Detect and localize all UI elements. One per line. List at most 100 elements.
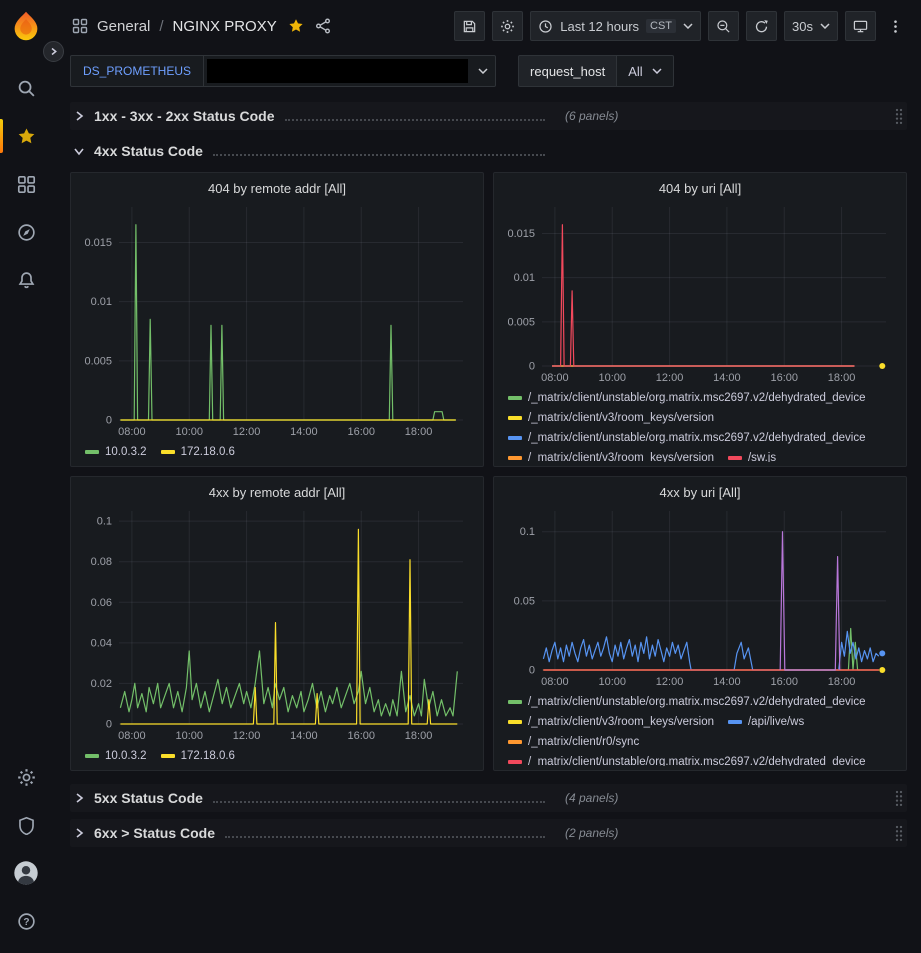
gear-icon (500, 19, 515, 34)
svg-text:0: 0 (106, 719, 112, 731)
starred-dashboards-icon[interactable] (0, 112, 52, 160)
row-drag-handle[interactable] (894, 824, 904, 842)
svg-text:0.05: 0.05 (514, 595, 535, 607)
more-options-kebab-button[interactable] (883, 11, 907, 41)
legend-label[interactable]: 172.18.0.6 (181, 746, 235, 766)
legend-item[interactable]: /_matrix/client/v3/room_keys/version (508, 712, 714, 732)
row-title[interactable]: 5xx Status Code (94, 790, 203, 806)
legend-item[interactable]: 172.18.0.6 (161, 442, 235, 462)
zoom-out-button[interactable] (708, 11, 739, 41)
legend-item[interactable]: /_matrix/client/r0/sync (508, 732, 639, 752)
row-title[interactable]: 6xx > Status Code (94, 825, 215, 841)
save-dashboard-button[interactable] (454, 11, 485, 41)
search-icon[interactable] (0, 64, 52, 112)
svg-text:0.01: 0.01 (91, 296, 112, 308)
legend-item[interactable]: /api/live/ws (728, 712, 804, 732)
svg-text:10:00: 10:00 (175, 730, 203, 742)
breadcrumb-folder[interactable]: General (97, 18, 150, 35)
legend-item[interactable]: /_matrix/client/v3/room_keys/version (508, 448, 714, 462)
admin-shield-icon[interactable] (0, 801, 52, 849)
refresh-interval-dropdown[interactable]: 30s (784, 11, 838, 41)
row-dotted-leader (213, 794, 545, 803)
legend-color-swatch (508, 416, 522, 420)
timezone-badge: CST (646, 19, 676, 33)
legend-item[interactable]: 172.18.0.6 (161, 746, 235, 766)
svg-text:0: 0 (529, 361, 535, 373)
panel-title[interactable]: 404 by uri [All] (502, 178, 898, 199)
template-variables-bar: DS_PROMETHEUS request_host All (52, 52, 921, 96)
datasource-value-select[interactable] (204, 55, 496, 87)
time-series-chart[interactable]: 00.0050.010.01508:0010:0012:0014:0016:00… (502, 199, 898, 386)
panel-title[interactable]: 4xx by remote addr [All] (79, 482, 475, 503)
cycle-view-mode-button[interactable] (845, 11, 876, 41)
request-host-select[interactable]: All (617, 55, 673, 87)
legend-label[interactable]: /_matrix/client/v3/room_keys/version (528, 448, 714, 462)
chevron-right-icon[interactable] (73, 792, 85, 804)
legend-item[interactable]: /_matrix/client/unstable/org.matrix.msc2… (508, 388, 866, 408)
legend-item[interactable]: /sw.js (728, 448, 776, 462)
legend-label[interactable]: /_matrix/client/unstable/org.matrix.msc2… (528, 692, 866, 712)
refresh-icon (754, 19, 769, 34)
time-range-picker[interactable]: Last 12 hours CST (530, 11, 701, 41)
chevron-right-icon[interactable] (73, 110, 85, 122)
svg-text:10:00: 10:00 (175, 426, 203, 438)
legend-item[interactable]: /_matrix/client/v3/room_keys/version (508, 408, 714, 428)
svg-text:0.01: 0.01 (514, 272, 535, 284)
legend-item[interactable]: /_matrix/client/unstable/org.matrix.msc2… (508, 428, 866, 448)
legend-label[interactable]: 10.0.3.2 (105, 442, 147, 462)
alerting-bell-icon[interactable] (0, 256, 52, 304)
dashboards-icon[interactable] (0, 160, 52, 208)
chevron-down-icon[interactable] (73, 145, 85, 157)
legend-item[interactable]: 10.0.3.2 (85, 442, 147, 462)
share-icon[interactable] (315, 18, 331, 34)
legend-item[interactable]: /_matrix/client/unstable/org.matrix.msc2… (508, 752, 866, 766)
legend-color-swatch (508, 456, 522, 460)
panel-4xx-by-remote-addr: 4xx by remote addr [All] 00.020.040.060.… (70, 476, 484, 771)
legend-label[interactable]: /api/live/ws (748, 712, 804, 732)
legend-color-swatch (508, 760, 522, 764)
legend-color-swatch (161, 450, 175, 454)
user-avatar[interactable] (0, 849, 52, 897)
explore-compass-icon[interactable] (0, 208, 52, 256)
legend-label[interactable]: /_matrix/client/unstable/org.matrix.msc2… (528, 388, 866, 408)
favorite-star-icon[interactable] (288, 18, 304, 34)
legend-item[interactable]: /_matrix/client/unstable/org.matrix.msc2… (508, 692, 866, 712)
legend-label[interactable]: /sw.js (748, 448, 776, 462)
panel-title[interactable]: 404 by remote addr [All] (79, 178, 475, 199)
dashboard-content: 1xx - 3xx - 2xx Status Code (6 panels) 4… (52, 96, 921, 847)
time-series-chart[interactable]: 00.050.108:0010:0012:0014:0016:0018:00 (502, 503, 898, 690)
legend-label[interactable]: 172.18.0.6 (181, 442, 235, 462)
legend-label[interactable]: /_matrix/client/v3/room_keys/version (528, 712, 714, 732)
svg-text:08:00: 08:00 (118, 730, 146, 742)
help-icon[interactable]: ? (0, 897, 52, 945)
legend-label[interactable]: /_matrix/client/unstable/org.matrix.msc2… (528, 752, 866, 766)
legend-item[interactable]: 10.0.3.2 (85, 746, 147, 766)
row-drag-handle[interactable] (894, 107, 904, 125)
datasource-variable-button[interactable]: DS_PROMETHEUS (70, 55, 204, 87)
svg-text:0.1: 0.1 (520, 526, 535, 538)
dashboard-settings-button[interactable] (492, 11, 523, 41)
chevron-down-icon[interactable] (471, 56, 495, 86)
settings-gear-icon[interactable] (0, 753, 52, 801)
chevron-down-icon (683, 23, 693, 29)
grafana-logo[interactable] (10, 10, 42, 42)
chevron-right-icon[interactable] (73, 827, 85, 839)
panel-title[interactable]: 4xx by uri [All] (502, 482, 898, 503)
dashboard-grid-icon[interactable] (72, 18, 88, 34)
row-4xx: 4xx Status Code (70, 137, 907, 165)
svg-text:12:00: 12:00 (233, 730, 261, 742)
refresh-button[interactable] (746, 11, 777, 41)
sidebar-expand-chevron[interactable] (43, 41, 64, 62)
row-drag-handle[interactable] (894, 789, 904, 807)
redacted-variable-value (207, 59, 468, 83)
legend-label[interactable]: /_matrix/client/v3/room_keys/version (528, 408, 714, 428)
legend-label[interactable]: /_matrix/client/unstable/org.matrix.msc2… (528, 428, 866, 448)
row-title[interactable]: 1xx - 3xx - 2xx Status Code (94, 108, 275, 124)
legend-color-swatch (85, 754, 99, 758)
time-series-chart[interactable]: 00.020.040.060.080.108:0010:0012:0014:00… (79, 503, 475, 744)
legend-label[interactable]: 10.0.3.2 (105, 746, 147, 766)
svg-text:0.1: 0.1 (97, 516, 112, 528)
time-series-chart[interactable]: 00.0050.010.01508:0010:0012:0014:0016:00… (79, 199, 475, 440)
legend-label[interactable]: /_matrix/client/r0/sync (528, 732, 639, 752)
row-title[interactable]: 4xx Status Code (94, 143, 203, 159)
